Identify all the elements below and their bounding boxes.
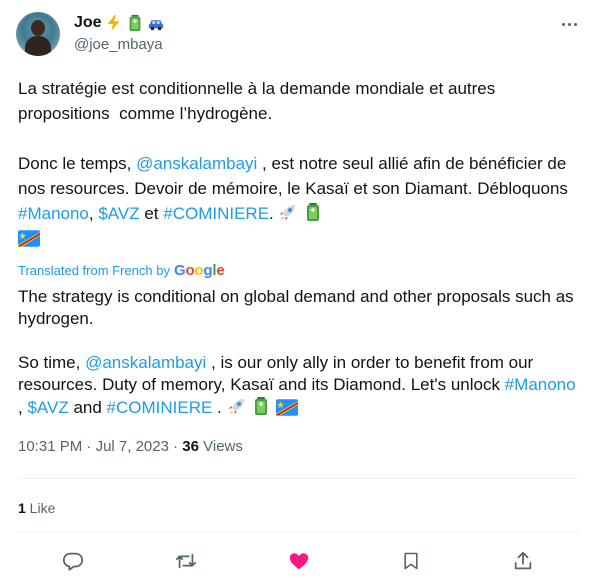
hashtag-link-cominiere[interactable]: #COMINIERE (163, 204, 269, 223)
divider (18, 532, 580, 533)
battery-icon (126, 14, 144, 32)
translation-attribution[interactable]: Translated from French by Google (18, 262, 225, 279)
share-icon (514, 551, 532, 570)
mention-link[interactable]: @anskalambayi (85, 353, 206, 372)
author-info[interactable]: Joe @joe_mbaya (74, 13, 165, 55)
rocket-icon (227, 396, 247, 416)
more-options-icon[interactable] (558, 14, 580, 34)
separator: . (212, 398, 227, 417)
share-button[interactable] (510, 548, 536, 574)
separator: · (82, 438, 96, 455)
tweet-translated-text: The strategy is conditional on global de… (18, 286, 580, 419)
avatar[interactable] (16, 12, 60, 56)
reply-icon (62, 552, 84, 571)
bookmark-button[interactable] (398, 548, 424, 574)
action-bar (0, 548, 598, 578)
separator: . (269, 204, 279, 223)
cashtag-link-avz[interactable]: $AVZ (98, 204, 139, 223)
likes-summary[interactable]: 1 Like (18, 500, 55, 516)
display-name[interactable]: Joe (74, 13, 165, 33)
tweet-original-text: La stratégie est conditionnelle à la dem… (18, 76, 580, 251)
translated-text-segment: So time, (18, 353, 86, 372)
lightning-icon (105, 14, 123, 32)
hashtag-link-manono[interactable]: #Manono (18, 204, 89, 223)
likes-label[interactable]: Like (26, 500, 56, 516)
bookmark-icon (404, 552, 418, 570)
views-count: 36 (182, 438, 199, 455)
retweet-button[interactable] (173, 548, 199, 574)
like-icon (289, 553, 309, 570)
google-logo: Google (173, 262, 225, 279)
drc-flag-icon (276, 399, 298, 416)
separator: et (139, 204, 164, 223)
tweet-header: Joe @joe_mbaya (16, 12, 582, 60)
like-button[interactable] (286, 548, 312, 574)
tweet-time[interactable]: 10:31 PM (18, 438, 82, 455)
battery-icon (251, 396, 271, 416)
separator: · (168, 438, 183, 455)
divider (18, 478, 580, 479)
original-text-segment: Donc le temps, (18, 154, 137, 173)
separator: and (68, 398, 107, 417)
translated-by-label[interactable]: Translated from French by (18, 263, 170, 278)
views-label: Views (198, 438, 243, 455)
original-paragraph-1: La stratégie est conditionnelle à la dem… (18, 79, 500, 123)
display-name-text[interactable]: Joe (74, 13, 102, 33)
rocket-icon (278, 202, 298, 222)
reply-button[interactable] (60, 548, 86, 574)
hashtag-link-manono[interactable]: #Manono (505, 375, 576, 394)
drc-flag-icon (18, 230, 40, 247)
translated-paragraph-1: The strategy is conditional on global de… (18, 287, 579, 328)
battery-icon (303, 202, 323, 222)
user-handle[interactable]: @joe_mbaya (74, 35, 165, 55)
retweet-icon (175, 553, 197, 569)
tweet-metadata: 10:31 PM · Jul 7, 2023 · 36 Views (18, 438, 243, 455)
cashtag-link-avz[interactable]: $AVZ (27, 398, 68, 417)
hashtag-link-cominiere[interactable]: #COMINIERE (107, 398, 213, 417)
mention-link[interactable]: @anskalambayi (136, 154, 257, 173)
separator: , (88, 204, 99, 223)
likes-count[interactable]: 1 (18, 500, 26, 516)
tweet-date[interactable]: Jul 7, 2023 (96, 438, 169, 455)
car-icon (147, 14, 165, 32)
